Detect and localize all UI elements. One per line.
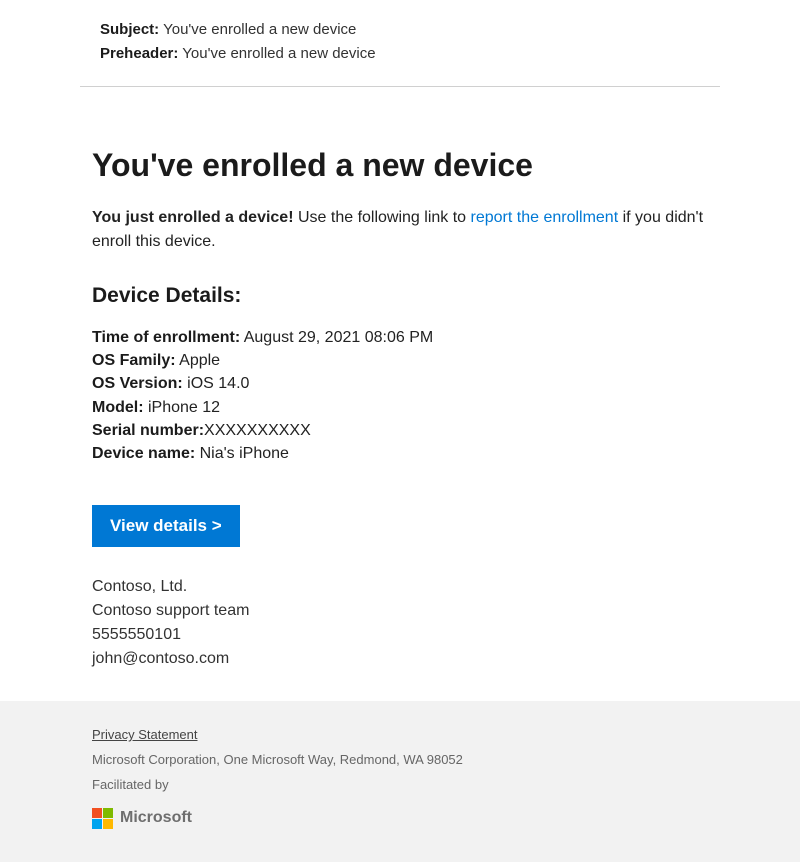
email-body: You've enrolled a new device You just en… bbox=[0, 87, 800, 701]
contact-team: Contoso support team bbox=[92, 599, 708, 623]
subject-value: You've enrolled a new device bbox=[163, 21, 356, 38]
microsoft-brand-text: Microsoft bbox=[120, 803, 192, 833]
view-details-button[interactable]: View details > bbox=[92, 505, 240, 547]
report-enrollment-link[interactable]: report the enrollment bbox=[471, 209, 619, 226]
detail-device-name: Device name: Nia's iPhone bbox=[92, 442, 708, 465]
detail-os-version: OS Version: iOS 14.0 bbox=[92, 372, 708, 395]
footer-facilitated: Facilitated by bbox=[92, 773, 708, 798]
page-title: You've enrolled a new device bbox=[92, 147, 708, 184]
intro-paragraph: You just enrolled a device! Use the foll… bbox=[92, 206, 708, 254]
microsoft-squares-icon bbox=[92, 808, 113, 829]
footer: Privacy Statement Microsoft Corporation,… bbox=[0, 701, 800, 861]
intro-before-link: Use the following link to bbox=[294, 209, 471, 226]
subject-label: Subject: bbox=[100, 21, 159, 38]
detail-serial: Serial number:XXXXXXXXXX bbox=[92, 419, 708, 442]
contact-email: john@contoso.com bbox=[92, 647, 708, 671]
preheader-value: You've enrolled a new device bbox=[182, 45, 375, 62]
detail-os-family: OS Family: Apple bbox=[92, 349, 708, 372]
privacy-statement-link[interactable]: Privacy Statement bbox=[92, 727, 198, 742]
subject-row: Subject: You've enrolled a new device bbox=[100, 18, 700, 42]
preheader-row: Preheader: You've enrolled a new device bbox=[100, 42, 700, 66]
device-details-list: Time of enrollment: August 29, 2021 08:0… bbox=[92, 326, 708, 465]
device-details-heading: Device Details: bbox=[92, 284, 708, 308]
email-meta-header: Subject: You've enrolled a new device Pr… bbox=[0, 0, 800, 78]
detail-model: Model: iPhone 12 bbox=[92, 396, 708, 419]
microsoft-logo: Microsoft bbox=[92, 803, 708, 833]
detail-time: Time of enrollment: August 29, 2021 08:0… bbox=[92, 326, 708, 349]
contact-company: Contoso, Ltd. bbox=[92, 575, 708, 599]
contact-phone: 5555550101 bbox=[92, 623, 708, 647]
preheader-label: Preheader: bbox=[100, 45, 178, 62]
contact-block: Contoso, Ltd. Contoso support team 55555… bbox=[92, 575, 708, 671]
intro-strong: You just enrolled a device! bbox=[92, 209, 294, 226]
footer-address: Microsoft Corporation, One Microsoft Way… bbox=[92, 748, 708, 773]
